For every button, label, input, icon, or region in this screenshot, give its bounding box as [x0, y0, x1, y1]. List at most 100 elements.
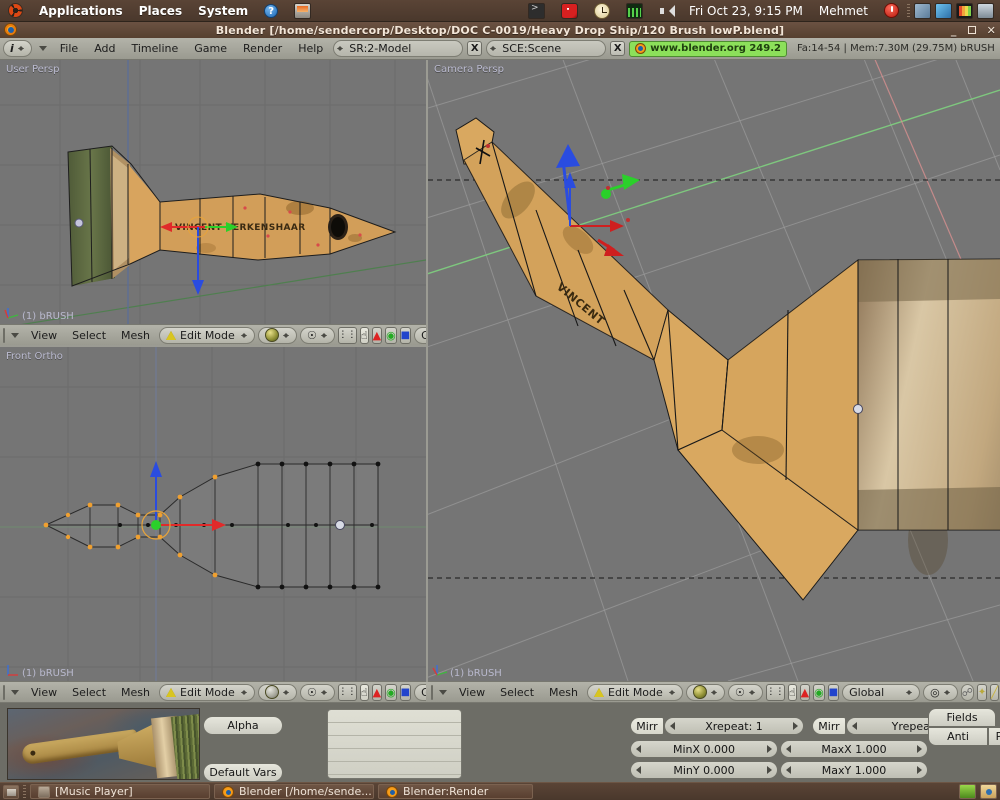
- system-monitor-icon[interactable]: [618, 0, 651, 22]
- 3d-view-icon[interactable]: [431, 684, 433, 700]
- vp2-pivot-selector[interactable]: ☉: [300, 683, 335, 701]
- version-badge[interactable]: www.blender.org 249.2: [629, 40, 787, 57]
- vp2-shading-selector[interactable]: [258, 683, 298, 701]
- vp1-mode-selector[interactable]: Edit Mode: [159, 326, 256, 344]
- clock-icon[interactable]: [586, 0, 618, 22]
- menu-game[interactable]: Game: [188, 38, 233, 60]
- vp2-menu-view[interactable]: View: [25, 682, 63, 702]
- vp3-pencil-icon[interactable]: ╱: [990, 683, 999, 701]
- show-desktop-icon[interactable]: [3, 784, 19, 799]
- help-icon[interactable]: ?: [256, 0, 286, 22]
- vp3-link-icon[interactable]: ☍: [960, 683, 974, 701]
- menu-help[interactable]: Help: [292, 38, 329, 60]
- screen-delete-button[interactable]: X: [467, 41, 483, 56]
- clock-text[interactable]: Fri Oct 23, 9:15 PM: [681, 0, 811, 22]
- keyboard-icon[interactable]: [914, 2, 931, 19]
- scene-selector[interactable]: SCE:Scene: [486, 40, 607, 57]
- close-icon[interactable]: [987, 24, 996, 37]
- alpha-button[interactable]: Alpha: [203, 716, 283, 735]
- default-vars-button[interactable]: Default Vars: [203, 763, 283, 782]
- vp3-hand-icon[interactable]: ☝: [787, 683, 797, 701]
- vp1-menu-select[interactable]: Select: [66, 325, 112, 345]
- vp2-menu-select[interactable]: Select: [66, 682, 112, 702]
- viewport-user-persp[interactable]: VINCENT VERKENSHAAR User Persp (1) bRUSH…: [0, 60, 426, 345]
- blender-tray-icon[interactable]: [980, 784, 997, 799]
- vp3-rotate-icon[interactable]: ◉: [813, 683, 825, 701]
- menu-render[interactable]: Render: [237, 38, 288, 60]
- vp1-menu-view[interactable]: View: [25, 325, 63, 345]
- vp1-hand-icon[interactable]: ☝: [359, 326, 369, 344]
- viewport-front-ortho[interactable]: Front Ortho (1) bRUSH View Select Mesh E…: [0, 347, 426, 702]
- fields-button[interactable]: Fields: [928, 708, 996, 727]
- increment-icon[interactable]: [793, 722, 798, 730]
- vp2-translate-icon[interactable]: ▲: [371, 683, 383, 701]
- record-icon[interactable]: [553, 0, 586, 22]
- vp2-mode-selector[interactable]: Edit Mode: [159, 683, 256, 701]
- list-item[interactable]: [328, 723, 461, 736]
- vp3-proportional-icon[interactable]: ✦: [976, 683, 988, 701]
- menu-timeline[interactable]: Timeline: [126, 38, 185, 60]
- vp3-orientation-selector[interactable]: Global: [842, 683, 921, 701]
- viewport-canvas[interactable]: [0, 347, 426, 702]
- system-monitor-icon[interactable]: [959, 784, 976, 799]
- minimize-icon[interactable]: [951, 24, 957, 37]
- display-icon[interactable]: [977, 2, 994, 19]
- viewport-canvas[interactable]: VINCENT VERKENSHAAR: [0, 60, 426, 345]
- vp3-snap-icon[interactable]: ⋮⋮: [765, 683, 785, 701]
- menu-places[interactable]: Places: [131, 0, 190, 22]
- screen-icon[interactable]: [286, 0, 319, 22]
- vp1-pivot-selector[interactable]: ☉: [300, 326, 335, 344]
- vp1-snap-icon[interactable]: ⋮⋮: [337, 326, 357, 344]
- vp2-snap-icon[interactable]: ⋮⋮: [337, 683, 357, 701]
- vp2-scale-icon[interactable]: ■: [399, 683, 412, 701]
- texture-list[interactable]: [327, 709, 462, 779]
- vp1-rotate-icon[interactable]: ◉: [385, 326, 397, 344]
- vp3-pivot-selector[interactable]: ☉: [728, 683, 763, 701]
- increment-icon[interactable]: [917, 766, 922, 774]
- user-menu[interactable]: Mehmet: [811, 0, 876, 22]
- menu-add[interactable]: Add: [88, 38, 121, 60]
- increment-icon[interactable]: [767, 766, 772, 774]
- anti-button[interactable]: Anti: [928, 727, 988, 746]
- viewport-camera-persp[interactable]: VINCENT Camera Persp (1) bRUSH View Sele…: [428, 60, 1000, 702]
- header-collapse-icon[interactable]: [11, 689, 19, 695]
- scene-delete-button[interactable]: X: [610, 41, 626, 56]
- increment-icon[interactable]: [767, 745, 772, 753]
- header-collapse-icon[interactable]: [11, 332, 19, 338]
- miny-field[interactable]: MinY 0.000: [630, 761, 778, 779]
- vp1-scale-icon[interactable]: ■: [399, 326, 412, 344]
- taskbar-item-music-player[interactable]: [Music Player]: [30, 784, 210, 799]
- vp3-menu-select[interactable]: Select: [494, 682, 540, 702]
- vp2-rotate-icon[interactable]: ◉: [385, 683, 397, 701]
- vp2-hand-icon[interactable]: ☝: [359, 683, 369, 701]
- vp3-render-layers-icon[interactable]: ◎: [923, 683, 958, 701]
- screen-selector[interactable]: SR:2-Model: [333, 40, 464, 57]
- list-item[interactable]: [328, 762, 461, 775]
- mirr-x-button[interactable]: Mirr: [630, 717, 664, 735]
- vp2-orientation-selector[interactable]: Globa: [414, 683, 426, 701]
- viewport-canvas[interactable]: VINCENT: [428, 60, 1000, 702]
- list-item[interactable]: [328, 749, 461, 762]
- p-button[interactable]: P: [988, 727, 1000, 746]
- increment-icon[interactable]: [917, 745, 922, 753]
- 3d-view-icon[interactable]: [3, 684, 5, 700]
- network-icon[interactable]: [935, 2, 952, 19]
- mirr-y-button[interactable]: Mirr: [812, 717, 846, 735]
- maxy-field[interactable]: MaxY 1.000: [780, 761, 928, 779]
- 3d-view-icon[interactable]: [3, 327, 5, 343]
- taskbar-item-blender-render[interactable]: Blender:Render: [378, 784, 533, 799]
- vp1-translate-icon[interactable]: ▲: [371, 326, 383, 344]
- speaker-icon[interactable]: [651, 0, 681, 22]
- header-collapse-icon[interactable]: [38, 46, 47, 51]
- maxx-field[interactable]: MaxX 1.000: [780, 740, 928, 758]
- list-item[interactable]: [328, 710, 461, 723]
- ubuntu-logo-icon[interactable]: [0, 0, 31, 22]
- xrepeat-field[interactable]: Xrepeat: 1: [664, 717, 804, 735]
- vp1-menu-mesh[interactable]: Mesh: [115, 325, 156, 345]
- power-icon[interactable]: [876, 0, 907, 22]
- maximize-icon[interactable]: [967, 26, 976, 34]
- editor-type-selector[interactable]: i: [3, 40, 32, 57]
- terminal-icon[interactable]: [520, 0, 553, 22]
- vp1-orientation-selector[interactable]: Globa: [414, 326, 426, 344]
- vp3-shading-selector[interactable]: [686, 683, 726, 701]
